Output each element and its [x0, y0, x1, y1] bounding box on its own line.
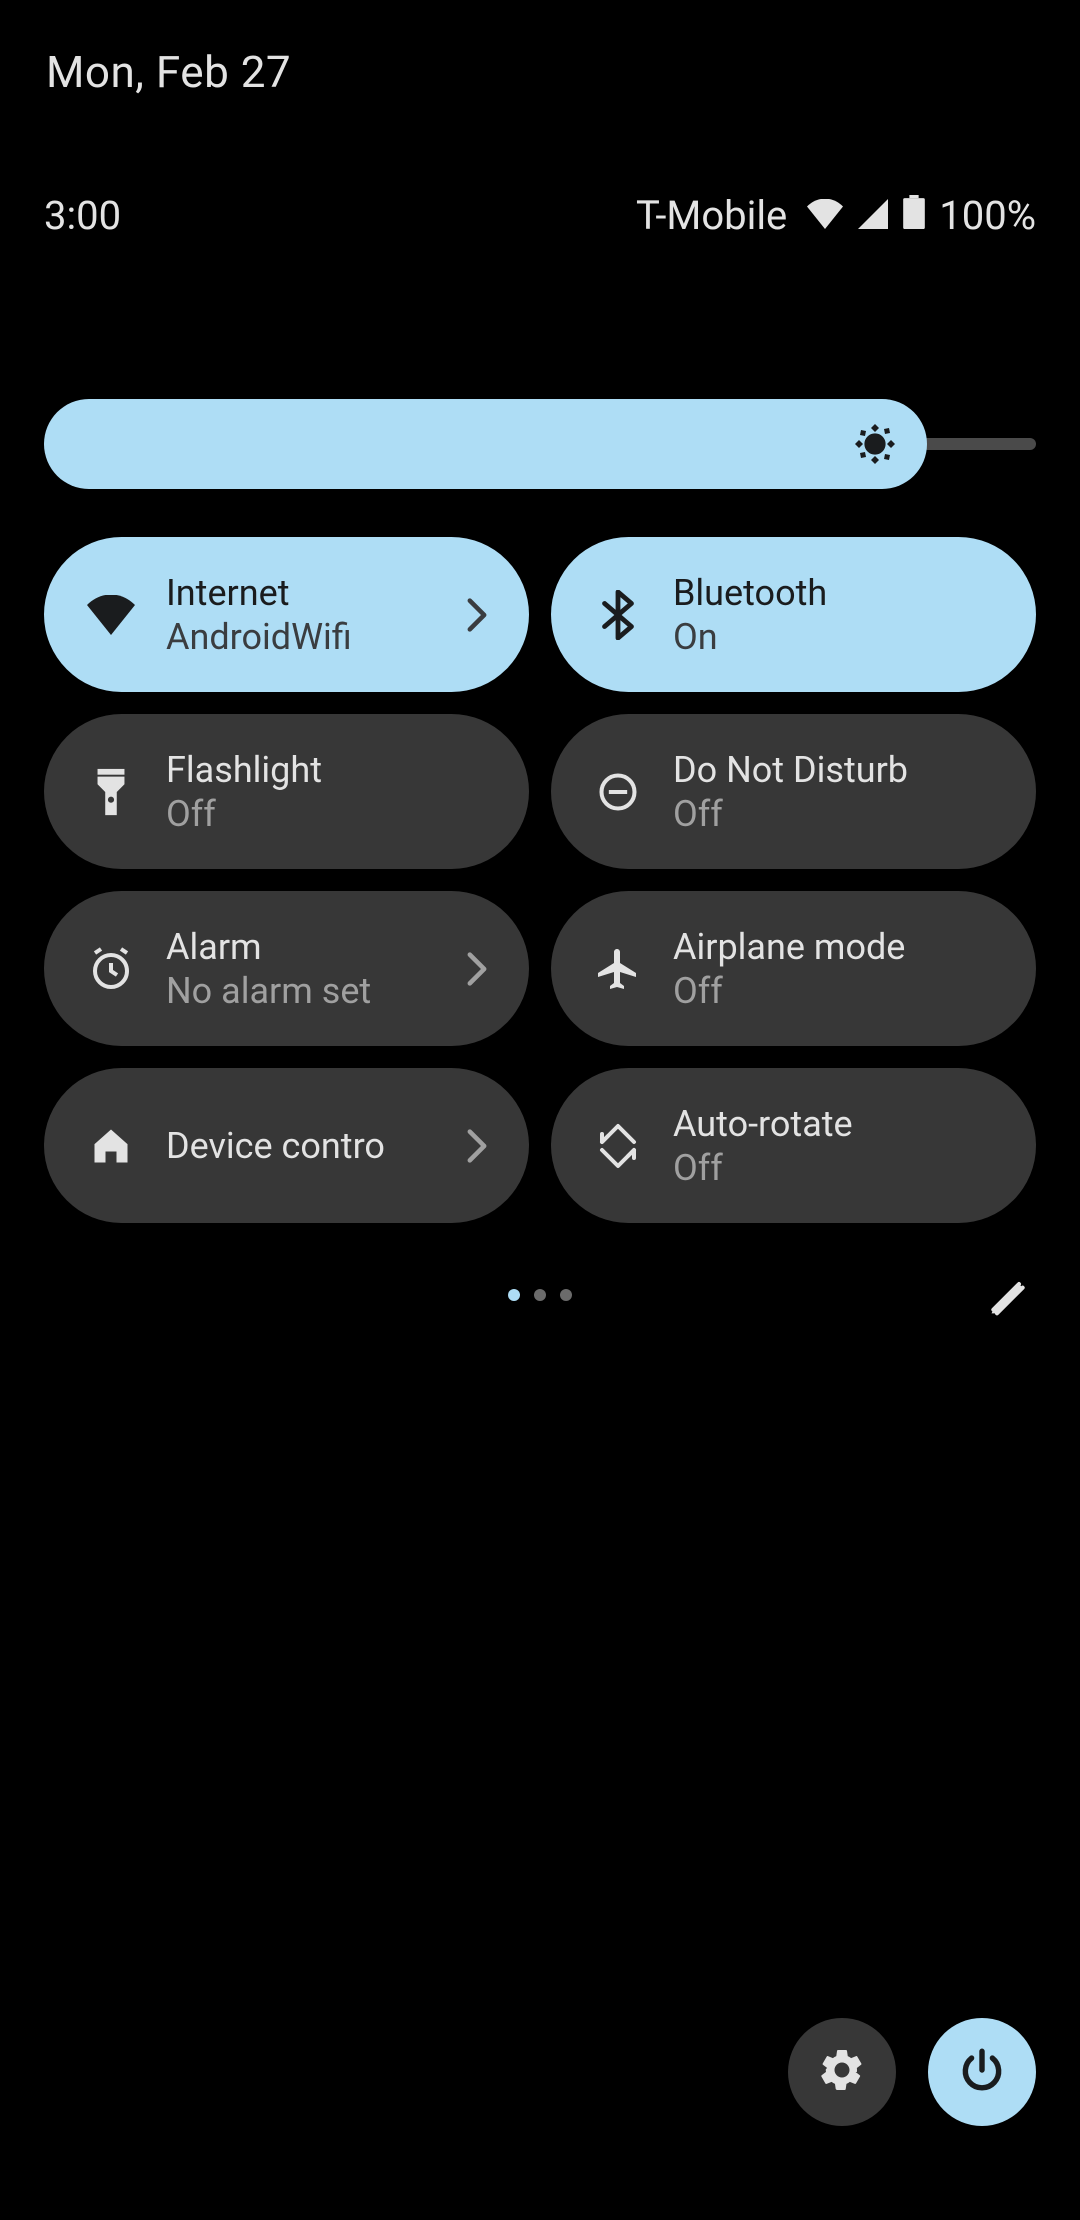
power-button[interactable] — [928, 2018, 1036, 2126]
alarm-icon — [84, 942, 138, 996]
statusbar: 3:00 T-Mobile 100% — [44, 192, 1036, 239]
battery-icon — [903, 192, 925, 239]
tile-status: AndroidWifi — [166, 616, 459, 658]
pager-dot[interactable] — [534, 1289, 546, 1301]
power-icon — [957, 2045, 1007, 2099]
battery-percent-label: 100% — [939, 192, 1036, 239]
tile-label: Auto-rotate — [673, 1103, 1002, 1145]
tile-internet[interactable]: Internet AndroidWifi — [44, 537, 529, 692]
chevron-right-icon[interactable] — [459, 1128, 495, 1164]
pager-dots[interactable] — [508, 1289, 572, 1301]
tile-device-controls[interactable]: Device contro — [44, 1068, 529, 1223]
wifi-icon — [807, 192, 843, 239]
chevron-right-icon[interactable] — [459, 951, 495, 987]
footer-buttons — [788, 2018, 1036, 2126]
dnd-icon — [591, 765, 645, 819]
home-icon — [84, 1119, 138, 1173]
flashlight-icon — [84, 765, 138, 819]
tiles-grid: Internet AndroidWifi Bluetooth On Flashl… — [44, 537, 1036, 1223]
tile-status: Off — [673, 793, 1002, 835]
tile-status: No alarm set — [166, 970, 459, 1012]
tile-flashlight[interactable]: Flashlight Off — [44, 714, 529, 869]
airplane-icon — [591, 942, 645, 996]
tile-label: Flashlight — [166, 749, 495, 791]
tile-label: Internet — [166, 572, 459, 614]
auto-rotate-icon — [591, 1119, 645, 1173]
pager-dot[interactable] — [560, 1289, 572, 1301]
date-label: Mon, Feb 27 — [46, 46, 1036, 98]
settings-button[interactable] — [788, 2018, 896, 2126]
tile-status: Off — [673, 970, 1002, 1012]
tile-auto-rotate[interactable]: Auto-rotate Off — [551, 1068, 1036, 1223]
time-label: 3:00 — [44, 192, 121, 239]
tile-alarm[interactable]: Alarm No alarm set — [44, 891, 529, 1046]
bluetooth-icon — [591, 588, 645, 642]
tile-dnd[interactable]: Do Not Disturb Off — [551, 714, 1036, 869]
edit-button[interactable] — [980, 1267, 1036, 1323]
tile-status: Off — [673, 1147, 1002, 1189]
tile-airplane[interactable]: Airplane mode Off — [551, 891, 1036, 1046]
tile-label: Device contro — [166, 1125, 459, 1167]
tile-label: Do Not Disturb — [673, 749, 1002, 791]
carrier-label: T-Mobile — [636, 192, 787, 239]
tile-status: Off — [166, 793, 495, 835]
pager-row — [44, 1267, 1036, 1323]
chevron-right-icon[interactable] — [459, 597, 495, 633]
tile-label: Bluetooth — [673, 572, 1002, 614]
tile-bluetooth[interactable]: Bluetooth On — [551, 537, 1036, 692]
tile-label: Airplane mode — [673, 926, 1002, 968]
brightness-slider[interactable] — [44, 399, 1036, 489]
signal-icon — [857, 192, 889, 239]
wifi-icon — [84, 588, 138, 642]
pager-dot[interactable] — [508, 1289, 520, 1301]
tile-label: Alarm — [166, 926, 459, 968]
tile-status: On — [673, 616, 1002, 658]
brightness-icon — [851, 420, 899, 468]
gear-icon — [817, 2045, 867, 2099]
